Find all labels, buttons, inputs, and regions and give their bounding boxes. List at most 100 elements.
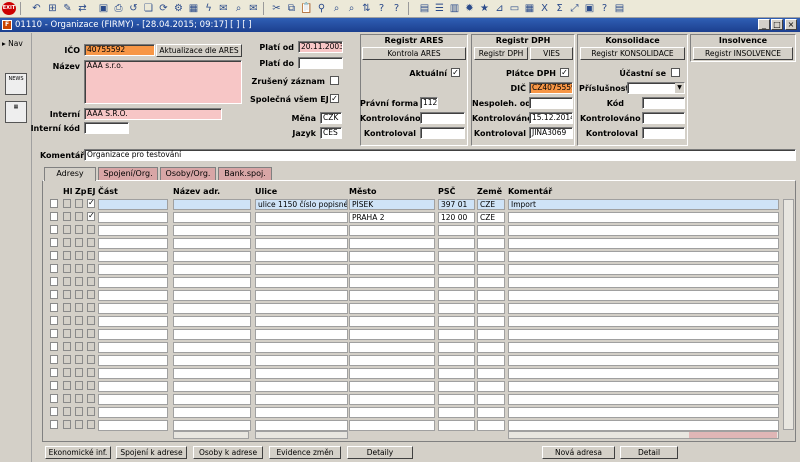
print-icon[interactable]: ⎙ — [112, 2, 125, 15]
row-selector[interactable] — [50, 290, 58, 299]
table-cell[interactable] — [173, 303, 251, 314]
table-cell[interactable] — [508, 264, 779, 275]
query-run-icon[interactable]: ? — [390, 2, 403, 15]
zp-checkbox[interactable] — [75, 290, 83, 299]
table-cell[interactable] — [508, 290, 779, 301]
table-cell[interactable] — [438, 251, 475, 262]
table-cell[interactable] — [508, 342, 779, 353]
table-cell[interactable] — [349, 225, 435, 236]
table-cell[interactable] — [255, 303, 348, 314]
table-cell[interactable] — [349, 264, 435, 275]
calendar-icon[interactable]: ▦ — [187, 2, 200, 15]
table-cell[interactable] — [173, 277, 251, 288]
table-cell[interactable] — [349, 355, 435, 366]
zeme-cell[interactable]: CZE — [477, 199, 505, 210]
refresh-icon[interactable]: ⟳ — [157, 2, 170, 15]
nespoleh-field[interactable] — [529, 97, 573, 109]
table-cell[interactable] — [98, 420, 168, 431]
horizontal-scrollbar-ulice[interactable] — [255, 431, 348, 439]
ares-kontrolovano-field[interactable] — [420, 112, 465, 124]
table-cell[interactable] — [255, 225, 348, 236]
interni-field[interactable]: AAA S.R.O. — [84, 108, 222, 120]
row-selector[interactable] — [50, 225, 58, 234]
table-cell[interactable] — [349, 290, 435, 301]
table-cell[interactable] — [349, 342, 435, 353]
table-cell[interactable] — [508, 251, 779, 262]
graph-icon[interactable]: ⊿ — [493, 2, 506, 15]
hl-checkbox[interactable] — [63, 342, 71, 351]
table-cell[interactable] — [477, 407, 505, 418]
table-cell[interactable] — [477, 355, 505, 366]
table-cell[interactable] — [477, 238, 505, 249]
ekonomicke-inf-button[interactable]: Ekonomické inf. — [45, 446, 111, 459]
nova-adresa-button[interactable]: Nová adresa — [542, 446, 615, 459]
table-cell[interactable] — [255, 264, 348, 275]
table-cell[interactable] — [438, 277, 475, 288]
row-selector[interactable] — [50, 303, 58, 312]
news-icon[interactable]: NEWS — [5, 73, 27, 95]
zp-checkbox[interactable] — [75, 264, 83, 273]
ej-checkbox[interactable] — [87, 251, 95, 260]
zp-checkbox[interactable] — [75, 212, 83, 221]
hl-checkbox[interactable] — [63, 251, 71, 260]
table-cell[interactable] — [438, 303, 475, 314]
table-cell[interactable] — [255, 238, 348, 249]
vies-button[interactable]: VIES — [530, 47, 573, 60]
hl-checkbox[interactable] — [63, 355, 71, 364]
zp-checkbox[interactable] — [75, 303, 83, 312]
minimize-button[interactable]: _ — [758, 19, 770, 30]
registr-dph-button[interactable]: Registr DPH — [474, 47, 528, 60]
zp-checkbox[interactable] — [75, 316, 83, 325]
dph-kontroloval-field[interactable]: JINA3069 — [529, 127, 573, 139]
table-cell[interactable] — [98, 316, 168, 327]
psc-cell[interactable]: 120 00 — [438, 212, 475, 223]
komentar-field[interactable]: Organizace pro testování — [84, 149, 796, 161]
row-selector[interactable] — [50, 199, 58, 208]
detail-button[interactable]: Detail — [620, 446, 678, 459]
registr-insolvence-button[interactable]: Registr INSOLVENCE — [693, 47, 793, 60]
nazev-cell[interactable] — [173, 199, 251, 210]
ej-checkbox[interactable] — [87, 342, 95, 351]
update-ares-button[interactable]: Aktualizace dle ARES — [156, 44, 242, 57]
table-cell[interactable] — [438, 394, 475, 405]
exit-icon[interactable]: EXIT — [2, 2, 16, 15]
ej-checkbox[interactable] — [87, 225, 95, 234]
horizontal-scrollbar-komentar[interactable] — [508, 431, 779, 439]
chevron-down-icon[interactable]: ▼ — [675, 83, 684, 93]
save-icon[interactable]: ▣ — [97, 2, 110, 15]
table-cell[interactable] — [349, 368, 435, 379]
table-cell[interactable] — [477, 290, 505, 301]
table-cell[interactable] — [508, 238, 779, 249]
ej-checkbox[interactable] — [87, 368, 95, 377]
sun-icon[interactable]: ✹ — [463, 2, 476, 15]
nazev-cell[interactable] — [173, 212, 251, 223]
row-selector[interactable] — [50, 355, 58, 364]
hl-checkbox[interactable] — [63, 303, 71, 312]
table-cell[interactable] — [438, 355, 475, 366]
search-icon[interactable]: ⌕ — [232, 2, 245, 15]
help-icon[interactable]: ? — [598, 2, 611, 15]
folder-icon[interactable]: ▭ — [508, 2, 521, 15]
ej-checkbox[interactable] — [87, 264, 95, 273]
copy-icon[interactable]: ⧉ — [285, 2, 298, 15]
settings-icon[interactable]: ⚙ — [172, 2, 185, 15]
lightning-icon[interactable]: ϟ — [202, 2, 215, 15]
ico-field[interactable]: 40755592 — [84, 44, 155, 56]
table-cell[interactable] — [98, 355, 168, 366]
table-cell[interactable] — [438, 368, 475, 379]
platce-dph-checkbox[interactable]: ✓ — [560, 68, 569, 77]
table-cell[interactable] — [508, 277, 779, 288]
ej-checkbox[interactable] — [87, 290, 95, 299]
table-cell[interactable] — [508, 394, 779, 405]
table-cell[interactable] — [438, 342, 475, 353]
table-cell[interactable] — [98, 303, 168, 314]
table-cell[interactable] — [508, 368, 779, 379]
table-cell[interactable] — [255, 329, 348, 340]
row-selector[interactable] — [50, 277, 58, 286]
table-cell[interactable] — [173, 368, 251, 379]
table-cell[interactable] — [438, 225, 475, 236]
zp-checkbox[interactable] — [75, 420, 83, 429]
prislusnost-select[interactable]: ▼ — [627, 82, 685, 94]
table-cell[interactable] — [255, 420, 348, 431]
table-cell[interactable] — [438, 381, 475, 392]
